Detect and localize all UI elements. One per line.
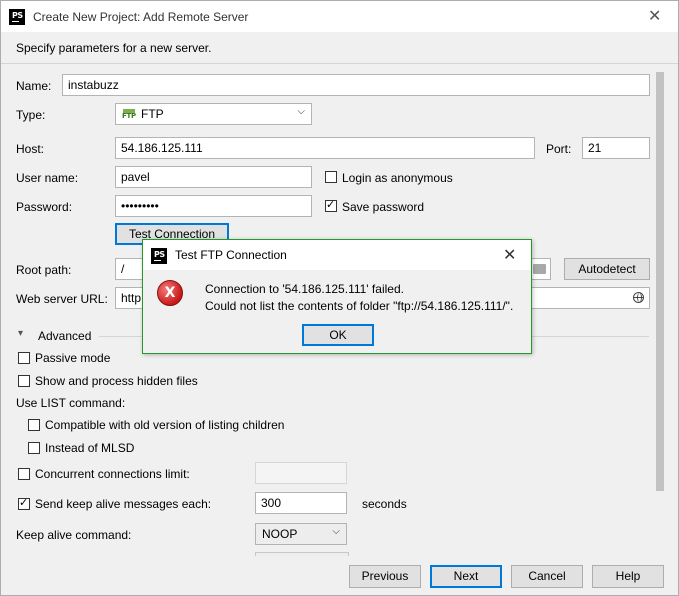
partially-hidden-field — [255, 552, 349, 556]
folder-icon[interactable] — [533, 264, 546, 274]
keep-alive-label: Send keep alive messages each: — [35, 497, 212, 511]
instead-of-mlsd-checkbox[interactable] — [28, 442, 40, 454]
list-command-label: Use LIST command: — [16, 396, 126, 410]
checkmark-icon: ✓ — [19, 496, 29, 509]
keep-alive-command-select[interactable]: NOOP ⌵ — [255, 523, 347, 545]
phpstorm-logo-icon: PS — [9, 9, 25, 25]
port-input[interactable]: 21 — [582, 137, 650, 159]
host-label: Host: — [16, 142, 45, 156]
help-button[interactable]: Help — [592, 565, 664, 588]
next-button[interactable]: Next — [430, 565, 502, 588]
hidden-files-label: Show and process hidden files — [35, 374, 198, 388]
save-password-label: Save password — [342, 200, 425, 214]
keep-alive-checkbox[interactable]: ✓ — [18, 496, 30, 510]
header-divider — [1, 63, 678, 64]
user-name-input[interactable]: pavel — [115, 166, 312, 188]
title-bar: PS Create New Project: Add Remote Server… — [1, 1, 678, 32]
type-select[interactable]: FTP FTP ⌵ — [115, 103, 312, 125]
password-label: Password: — [16, 200, 73, 214]
passive-mode-label: Passive mode — [35, 351, 111, 365]
phpstorm-logo-icon: PS — [151, 248, 167, 264]
checkmark-icon: ✓ — [326, 198, 336, 211]
host-input[interactable]: 54.186.125.111 — [115, 137, 535, 159]
instead-of-mlsd-label: Instead of MLSD — [45, 441, 135, 455]
dialog-title: Test FTP Connection — [175, 248, 287, 262]
error-icon: X — [157, 280, 183, 306]
password-input[interactable]: ••••••••• — [115, 195, 312, 217]
dialog-close-icon[interactable]: ✕ — [503, 245, 516, 264]
globe-icon[interactable] — [633, 292, 644, 303]
error-message-line2: Could not list the contents of folder "f… — [205, 299, 514, 313]
web-server-url-label: Web server URL: — [16, 292, 108, 306]
login-anonymous-label: Login as anonymous — [342, 171, 453, 185]
autodetect-button[interactable]: Autodetect — [564, 258, 650, 280]
close-icon[interactable]: ✕ — [648, 6, 661, 25]
window-title: Create New Project: Add Remote Server — [33, 10, 249, 24]
cancel-button[interactable]: Cancel — [511, 565, 583, 588]
advanced-section-header[interactable]: Advanced — [38, 329, 91, 343]
name-label: Name: — [16, 79, 52, 93]
test-ftp-connection-dialog: PS Test FTP Connection ✕ X Connection to… — [142, 239, 532, 354]
type-select-value: FTP — [141, 107, 164, 121]
keep-alive-unit: seconds — [362, 497, 407, 511]
keep-alive-command-value: NOOP — [262, 527, 298, 541]
window-subtitle: Specify parameters for a new server. — [16, 41, 212, 55]
chevron-down-icon: ⌵ — [332, 526, 340, 537]
passive-mode-checkbox[interactable] — [18, 352, 30, 364]
hidden-files-checkbox[interactable] — [18, 375, 30, 387]
root-path-label: Root path: — [16, 263, 72, 277]
concurrent-limit-label: Concurrent connections limit: — [35, 467, 190, 481]
user-name-label: User name: — [16, 171, 79, 185]
compat-listing-label: Compatible with old version of listing c… — [45, 418, 285, 432]
dialog-title-bar: PS Test FTP Connection ✕ — [143, 240, 531, 270]
type-label: Type: — [16, 108, 46, 122]
previous-button[interactable]: Previous — [349, 565, 421, 588]
concurrent-limit-checkbox[interactable] — [18, 468, 30, 480]
save-password-checkbox[interactable]: ✓ — [325, 198, 337, 212]
port-label: Port: — [546, 142, 572, 156]
keep-alive-command-label: Keep alive command: — [16, 528, 132, 542]
ftp-icon: FTP — [122, 109, 136, 121]
error-message-line1: Connection to '54.186.125.111' failed. — [205, 282, 404, 296]
keep-alive-interval-input[interactable]: 300 — [255, 492, 347, 514]
name-input[interactable]: instabuzz — [62, 74, 650, 96]
collapse-arrow-icon[interactable]: ▾ — [18, 328, 23, 339]
compat-listing-checkbox[interactable] — [28, 419, 40, 431]
vertical-scrollbar[interactable] — [656, 72, 664, 491]
concurrent-limit-input[interactable] — [255, 462, 347, 484]
login-anonymous-checkbox[interactable] — [325, 171, 337, 183]
chevron-down-icon: ⌵ — [297, 106, 305, 117]
ok-button[interactable]: OK — [302, 324, 374, 346]
